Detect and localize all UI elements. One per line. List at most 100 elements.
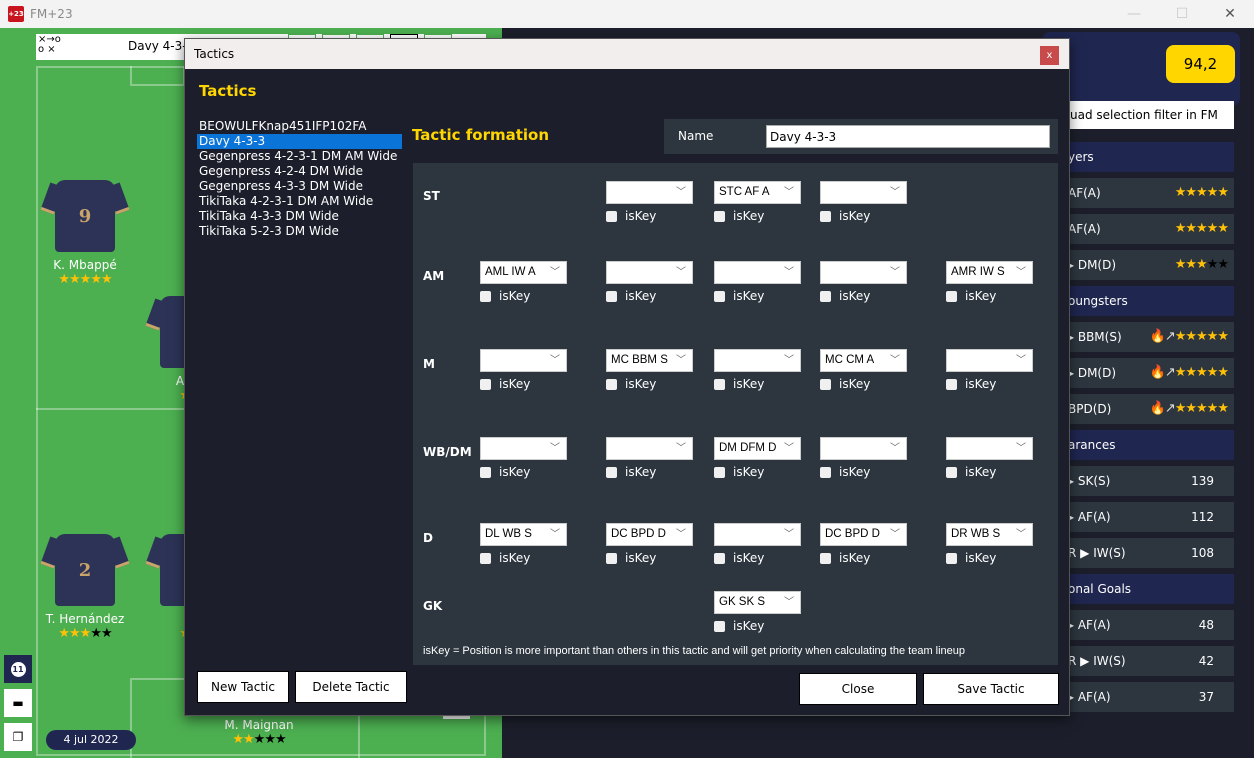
checkbox-box[interactable] [480, 552, 491, 564]
minimize-button[interactable]: — [1110, 0, 1158, 28]
iskey-checkbox[interactable]: isKey [820, 465, 907, 479]
role-dropdown[interactable]: DL WB S ﹀ [480, 523, 567, 546]
iskey-checkbox[interactable]: isKey [606, 551, 693, 565]
checkbox-box[interactable] [606, 552, 617, 564]
iskey-checkbox[interactable]: isKey [946, 465, 1033, 479]
tactic-list-item[interactable]: Davy 4-3-3 [197, 134, 402, 149]
dialog-title-bar[interactable]: Tactics [185, 39, 1069, 69]
list-item[interactable]: BPD(D) 🔥↗★★★★★ [1060, 394, 1234, 424]
checkbox-box[interactable] [480, 290, 491, 302]
new-tactic-button[interactable]: New Tactic [197, 671, 289, 703]
role-dropdown[interactable]: MC CM A ﹀ [820, 349, 907, 372]
role-dropdown[interactable]: ﹀ [606, 181, 693, 204]
checkbox-box[interactable] [946, 552, 957, 564]
role-dropdown[interactable]: ﹀ [820, 261, 907, 284]
checkbox-box[interactable] [820, 466, 831, 478]
tactic-list-item[interactable]: Gegenpress 4-2-4 DM Wide [197, 164, 402, 179]
iskey-checkbox[interactable]: isKey [820, 209, 907, 223]
role-dropdown[interactable]: STC AF A ﹀ [714, 181, 801, 204]
checkbox-box[interactable] [946, 466, 957, 478]
checkbox-box[interactable] [946, 290, 957, 302]
checkbox-box[interactable] [820, 290, 831, 302]
checkbox-box[interactable] [606, 210, 617, 222]
iskey-checkbox[interactable]: isKey [820, 289, 907, 303]
role-dropdown[interactable]: GK SK S ﹀ [714, 591, 801, 614]
checkbox-box[interactable] [606, 290, 617, 302]
iskey-checkbox[interactable]: isKey [480, 377, 567, 391]
list-item[interactable]: AF(A) ★★★★★ [1060, 178, 1234, 208]
tactic-list-item[interactable]: BEOWULFKnap451IFP102FA [197, 119, 402, 134]
role-dropdown[interactable]: ﹀ [606, 261, 693, 284]
player-card[interactable]: 9 K. Mbappé ★★★★★ [35, 180, 135, 287]
checkbox-box[interactable] [480, 378, 491, 390]
checkbox-box[interactable] [820, 210, 831, 222]
role-dropdown[interactable]: ﹀ [714, 523, 801, 546]
tactic-list-item[interactable]: TikiTaka 4-2-3-1 DM AM Wide [197, 194, 402, 209]
list-item[interactable]: ▸ AF(A) 48 [1060, 610, 1234, 640]
iskey-checkbox[interactable]: isKey [946, 551, 1033, 565]
checkbox-box[interactable] [714, 210, 725, 222]
list-item[interactable]: ▸ BBM(S) 🔥↗★★★★★ [1060, 322, 1234, 352]
role-dropdown[interactable]: ﹀ [946, 437, 1033, 460]
tactic-list-item[interactable]: TikiTaka 5-2-3 DM Wide [197, 224, 402, 239]
role-dropdown[interactable]: ﹀ [714, 261, 801, 284]
player-card[interactable]: 2 T. Hernández ★★★★★ [35, 534, 135, 641]
list-item[interactable]: ▸ AF(A) 37 [1060, 682, 1234, 712]
iskey-checkbox[interactable]: isKey [714, 377, 801, 391]
role-dropdown[interactable]: ﹀ [946, 349, 1033, 372]
iskey-checkbox[interactable]: isKey [946, 377, 1033, 391]
checkbox-box[interactable] [714, 466, 725, 478]
save-tactic-button[interactable]: Save Tactic [923, 673, 1059, 705]
iskey-checkbox[interactable]: isKey [820, 551, 907, 565]
checkbox-box[interactable] [714, 552, 725, 564]
tactic-name-input[interactable] [766, 125, 1050, 148]
player-card[interactable]: M. Maignan ★★★★★ [209, 712, 309, 747]
checkbox-box[interactable] [480, 466, 491, 478]
tactic-list-item[interactable]: Gegenpress 4-3-3 DM Wide [197, 179, 402, 194]
iskey-checkbox[interactable]: isKey [946, 289, 1033, 303]
iskey-checkbox[interactable]: isKey [820, 377, 907, 391]
checkbox-box[interactable] [714, 620, 725, 632]
iskey-checkbox[interactable]: isKey [480, 289, 567, 303]
iskey-checkbox[interactable]: isKey [714, 551, 801, 565]
list-item[interactable]: ▸ SK(S) 139 [1060, 466, 1234, 496]
iskey-checkbox[interactable]: isKey [714, 209, 801, 223]
checkbox-box[interactable] [606, 378, 617, 390]
role-dropdown[interactable]: DM DFM D ﹀ [714, 437, 801, 460]
iskey-checkbox[interactable]: isKey [714, 619, 801, 633]
close-window-button[interactable]: ✕ [1206, 0, 1254, 28]
checkbox-box[interactable] [820, 378, 831, 390]
iskey-checkbox[interactable]: isKey [606, 289, 693, 303]
iskey-checkbox[interactable]: isKey [606, 465, 693, 479]
checkbox-box[interactable] [820, 552, 831, 564]
copy-button[interactable]: ❐ [4, 723, 32, 751]
iskey-checkbox[interactable]: isKey [714, 465, 801, 479]
iskey-checkbox[interactable]: isKey [480, 465, 567, 479]
lineup-button[interactable]: 11 [4, 655, 32, 683]
role-dropdown[interactable]: AML IW A ﹀ [480, 261, 567, 284]
list-item[interactable]: R ▶ IW(S) 42 [1060, 646, 1234, 676]
role-dropdown[interactable]: DC BPD D ﹀ [606, 523, 693, 546]
role-dropdown[interactable]: MC BBM S ﹀ [606, 349, 693, 372]
role-dropdown[interactable]: ﹀ [606, 437, 693, 460]
dialog-close-button[interactable]: x [1040, 46, 1059, 65]
maximize-button[interactable]: ☐ [1158, 0, 1206, 28]
checkbox-box[interactable] [714, 378, 725, 390]
list-item[interactable]: ▸ DM(D) ★★★★★ [1060, 250, 1234, 280]
role-dropdown[interactable]: ﹀ [820, 181, 907, 204]
list-item[interactable]: ▸ AF(A) 112 [1060, 502, 1234, 532]
bench-button[interactable]: ▬ [4, 689, 32, 717]
tactic-list-item[interactable]: TikiTaka 4-3-3 DM Wide [197, 209, 402, 224]
role-dropdown[interactable]: AMR IW S ﹀ [946, 261, 1033, 284]
checkbox-box[interactable] [946, 378, 957, 390]
iskey-checkbox[interactable]: isKey [480, 551, 567, 565]
role-dropdown[interactable]: ﹀ [480, 437, 567, 460]
list-item[interactable]: ▸ DM(D) 🔥↗★★★★★ [1060, 358, 1234, 388]
filter-info[interactable]: uad selection filter in FM [1060, 101, 1234, 129]
iskey-checkbox[interactable]: isKey [606, 209, 693, 223]
iskey-checkbox[interactable]: isKey [714, 289, 801, 303]
delete-tactic-button[interactable]: Delete Tactic [295, 671, 407, 703]
checkbox-box[interactable] [714, 290, 725, 302]
role-dropdown[interactable]: ﹀ [480, 349, 567, 372]
list-item[interactable]: AF(A) ★★★★★ [1060, 214, 1234, 244]
